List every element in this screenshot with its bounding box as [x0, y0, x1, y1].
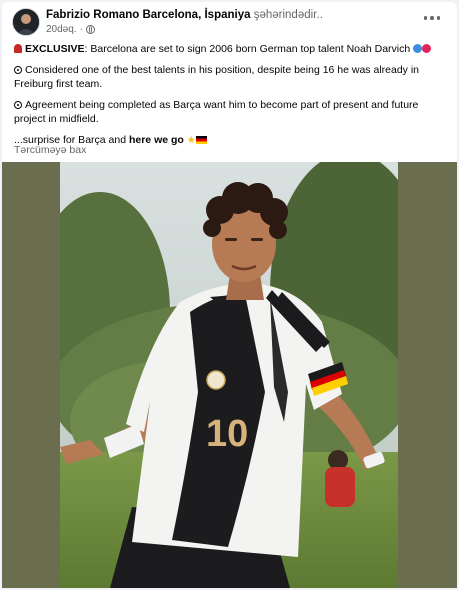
author-avatar[interactable] [12, 8, 40, 36]
post-meta: 20dəq. · [46, 24, 95, 35]
post-line-1: EXCLUSIVE: Barcelona are set to sign 200… [14, 42, 448, 56]
dot-icon [423, 16, 428, 20]
author-place[interactable]: İspaniya [204, 9, 250, 21]
author-name[interactable]: Fabrizio Romano Barcelona [46, 9, 198, 21]
exclusive-label: EXCLUSIVE [25, 43, 85, 55]
bullet-icon [14, 66, 22, 74]
red-circle-icon [422, 44, 432, 53]
post-line-3: Agreement being completed as Barça want … [14, 98, 448, 126]
post-photo[interactable]: 10 [60, 162, 398, 588]
star-icon: ★ [186, 135, 196, 146]
here-we-go-label: here we go [128, 134, 184, 146]
post-line-2-text: Considered one of the best talents in hi… [14, 64, 420, 90]
post-header: Fabrizio Romano Barcelona, İspaniya şəhə… [2, 2, 457, 40]
more-options-button[interactable] [421, 10, 443, 26]
shirt-number: 10 [206, 413, 248, 455]
bullet-icon [14, 101, 22, 109]
see-translation-link[interactable]: Tərcüməyə bax [14, 144, 86, 156]
post-time[interactable]: 20dəq. [46, 24, 77, 35]
blue-circle-icon [413, 44, 423, 53]
dot-icon [436, 16, 441, 20]
post-line-1-text: : Barcelona are set to sign 2006 born Ge… [84, 43, 411, 55]
globe-icon [85, 25, 95, 34]
siren-icon [14, 44, 22, 53]
post-body: EXCLUSIVE: Barcelona are set to sign 200… [14, 42, 448, 155]
post-line-2: Considered one of the best talents in hi… [14, 63, 448, 91]
dot-icon [430, 16, 434, 20]
post-photo-frame[interactable]: 10 [2, 162, 457, 588]
germany-flag-icon [195, 136, 207, 144]
author-place-suffix: şəhərindədir.. [253, 9, 323, 21]
post-line-3-text: Agreement being completed as Barça want … [14, 99, 419, 125]
author-line: Fabrizio Romano Barcelona, İspaniya şəhə… [46, 9, 323, 21]
